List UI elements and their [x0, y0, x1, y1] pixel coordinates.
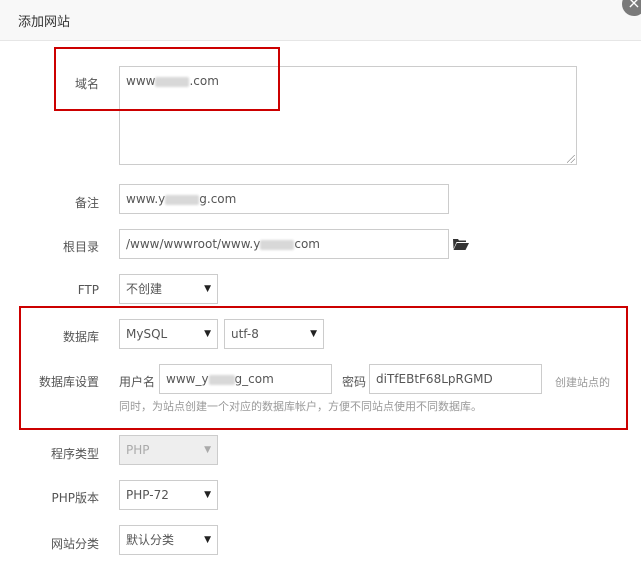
database-highlight-box	[19, 306, 628, 430]
dropdown-arrow-icon: ▼	[204, 284, 211, 294]
site-category-select[interactable]: 默认分类 ▼	[119, 525, 218, 555]
ftp-label: FTP	[77, 283, 99, 297]
remark-label: 备注	[74, 196, 99, 210]
ftp-select[interactable]: 不创建 ▼	[119, 274, 218, 304]
dropdown-arrow-icon: ▼	[204, 490, 211, 500]
dropdown-arrow-icon: ▼	[204, 445, 211, 455]
php-version-label: PHP版本	[51, 491, 100, 505]
program-type-select: PHP ▼	[119, 435, 218, 465]
php-version-select[interactable]: PHP-72 ▼	[119, 480, 218, 510]
dialog-header: 添加网站	[0, 0, 641, 41]
dialog-title: 添加网站	[18, 15, 71, 30]
root-dir-input[interactable]: /www/wwwroot/www.y com	[119, 229, 449, 259]
root-dir-label: 根目录	[62, 240, 99, 254]
domain-highlight-box	[54, 47, 280, 111]
program-type-label: 程序类型	[50, 447, 99, 461]
remark-input[interactable]: www.y g.com	[119, 184, 449, 214]
resize-handle-icon[interactable]	[567, 155, 575, 163]
dropdown-arrow-icon: ▼	[204, 535, 211, 545]
folder-open-icon[interactable]	[453, 238, 469, 250]
site-category-label: 网站分类	[50, 537, 99, 551]
